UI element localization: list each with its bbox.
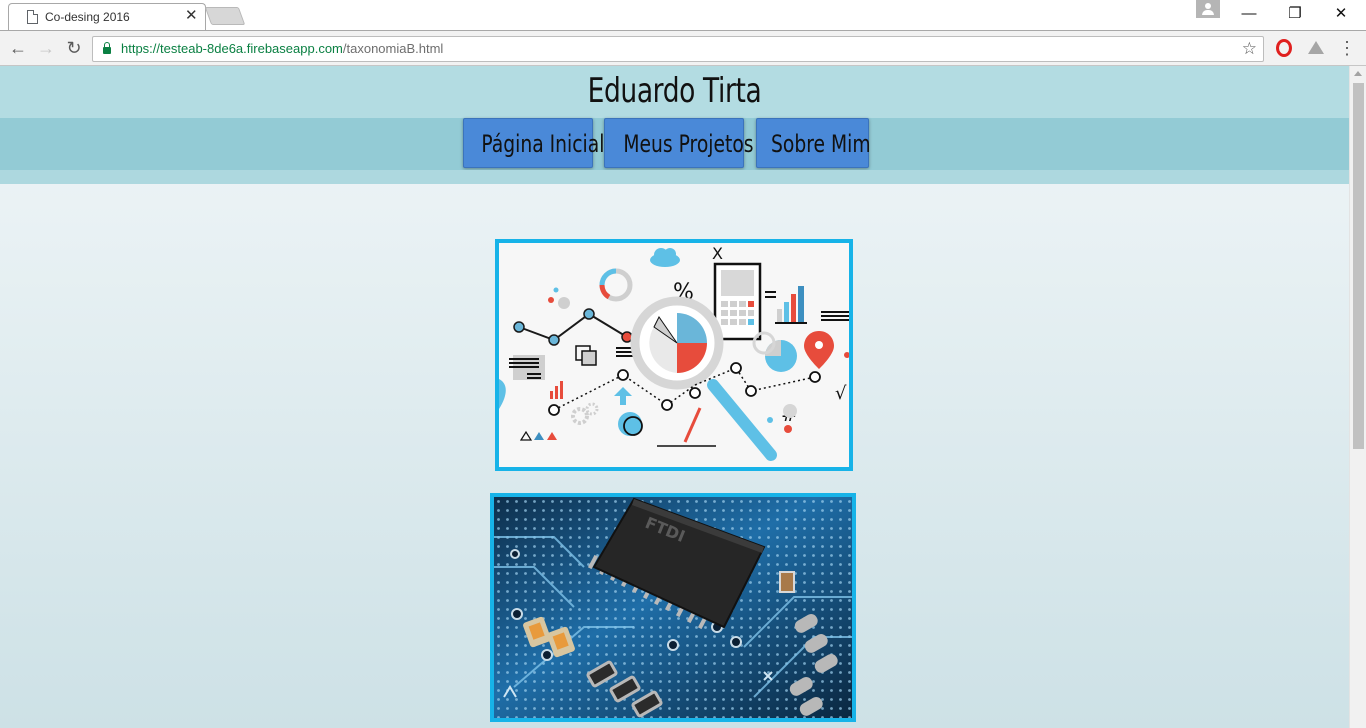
- site-header: Eduardo Tirta: [0, 66, 1349, 118]
- tab-title: Co-desing 2016: [45, 10, 130, 24]
- site-title: Eduardo Tirta: [587, 71, 762, 111]
- minimize-button[interactable]: —: [1226, 2, 1272, 26]
- close-window-button[interactable]: ✕: [1318, 2, 1364, 26]
- tab-close-icon[interactable]: ✕: [185, 7, 198, 24]
- lock-icon: [103, 42, 111, 54]
- url-host: testeab-8de6a.firebaseapp.com: [160, 41, 343, 56]
- browser-toolbar: ← → ↻ https://testeab-8de6a.firebaseapp.…: [0, 30, 1366, 66]
- url-text[interactable]: https://testeab-8de6a.firebaseapp.com/ta…: [121, 41, 443, 56]
- nav-projects-label: Meus Projetos: [623, 130, 754, 158]
- analytics-illustration: % X √: [499, 243, 849, 467]
- profile-icon[interactable]: [1196, 0, 1220, 18]
- forward-icon[interactable]: →: [35, 37, 57, 59]
- nav-home-button[interactable]: Página Inicial: [463, 118, 604, 168]
- nav-about-button[interactable]: Sobre Mim: [756, 118, 871, 168]
- svg-text:√: √: [835, 383, 847, 404]
- analytics-image: % X √: [495, 239, 853, 471]
- opera-extension-icon[interactable]: [1276, 39, 1292, 57]
- url-scheme: https://: [121, 41, 161, 56]
- browser-titlebar: Co-desing 2016 ✕ — ❐ ✕: [0, 0, 1366, 30]
- back-icon[interactable]: ←: [7, 37, 29, 59]
- new-tab-button[interactable]: [204, 7, 246, 25]
- page-viewport: Eduardo Tirta Página Inicial Meus Projet…: [0, 66, 1349, 728]
- bookmark-star-icon[interactable]: ☆: [1242, 39, 1257, 59]
- reload-icon[interactable]: ↻: [63, 37, 85, 59]
- scroll-up-icon[interactable]: [1354, 71, 1362, 76]
- url-path: /taxonomiaB.html: [342, 41, 444, 56]
- nav-strip: [0, 170, 1349, 184]
- nav-projects-button[interactable]: Meus Projetos: [604, 118, 754, 168]
- svg-text:X: X: [712, 244, 723, 263]
- scroll-thumb[interactable]: [1353, 83, 1364, 449]
- circuit-board-image: FTDI: [490, 493, 856, 722]
- address-bar[interactable]: https://testeab-8de6a.firebaseapp.com/ta…: [92, 36, 1264, 62]
- site-nav: Página Inicial Meus Projetos Sobre Mim: [0, 118, 1349, 170]
- circuit-illustration: FTDI: [494, 497, 852, 718]
- page-scrollbar[interactable]: [1349, 66, 1366, 728]
- page-icon: [27, 10, 38, 24]
- calculator-icon: [713, 262, 762, 341]
- menu-icon[interactable]: ⋮: [1338, 39, 1356, 57]
- nav-home-label: Página Inicial: [481, 130, 605, 158]
- nav-about-label: Sobre Mim: [771, 130, 871, 158]
- drive-extension-icon[interactable]: [1308, 41, 1324, 54]
- restore-button[interactable]: ❐: [1272, 2, 1318, 26]
- browser-tab[interactable]: Co-desing 2016 ✕: [8, 3, 206, 30]
